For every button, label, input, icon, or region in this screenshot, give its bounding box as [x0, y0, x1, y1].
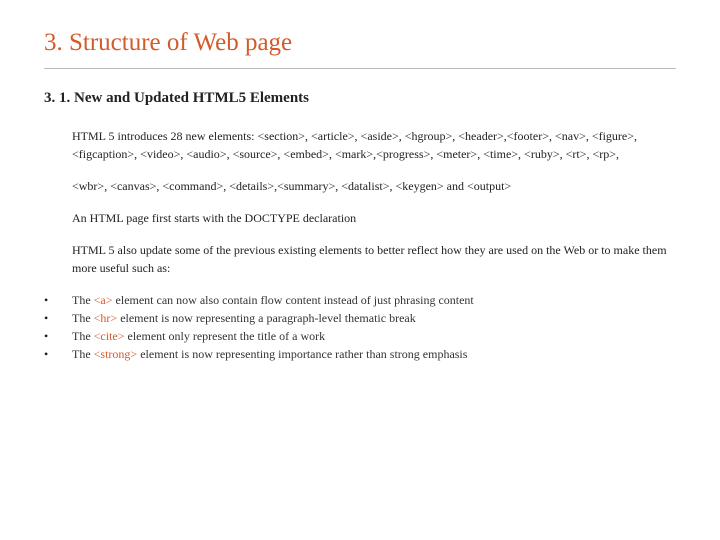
bullet-marker: •	[44, 309, 72, 327]
list-item-pre: The	[72, 347, 94, 361]
tag-hr: <hr>	[94, 311, 118, 325]
list-item-post: element is now representing importance r…	[137, 347, 467, 361]
subsection-heading: 3. 1. New and Updated HTML5 Elements	[44, 87, 676, 110]
tag-cite: <cite>	[94, 329, 125, 343]
bullet-marker: •	[44, 345, 72, 363]
list-item: The <cite> element only represent the ti…	[72, 327, 474, 345]
list-item: The <strong> element is now representing…	[72, 345, 474, 363]
list-item-pre: The	[72, 293, 94, 307]
list-item-post: element is now representing a paragraph-…	[117, 311, 416, 325]
intro-paragraph-2: <wbr>, <canvas>, <command>, <details>,<s…	[72, 177, 676, 195]
tag-a: <a>	[94, 293, 113, 307]
list-item-post: element only represent the title of a wo…	[125, 329, 326, 343]
intro-paragraph-4: HTML 5 also update some of the previous …	[72, 241, 676, 277]
intro-paragraph-3: An HTML page first starts with the DOCTY…	[72, 209, 676, 227]
section-heading: 3. Structure of Web page	[44, 24, 676, 69]
intro-paragraph-1: HTML 5 introduces 28 new elements: <sect…	[72, 127, 676, 163]
bullet-marker: •	[44, 291, 72, 309]
bullet-marker: •	[44, 327, 72, 345]
list-item-pre: The	[72, 329, 94, 343]
list-item: The <a> element can now also contain flo…	[72, 291, 474, 309]
bullet-list: • • • • The <a> element can now also con…	[44, 291, 676, 363]
bullet-markers: • • • •	[44, 291, 72, 363]
tag-strong: <strong>	[94, 347, 138, 361]
bullet-items: The <a> element can now also contain flo…	[72, 291, 474, 363]
list-item-pre: The	[72, 311, 94, 325]
list-item: The <hr> element is now representing a p…	[72, 309, 474, 327]
list-item-post: element can now also contain flow conten…	[113, 293, 474, 307]
